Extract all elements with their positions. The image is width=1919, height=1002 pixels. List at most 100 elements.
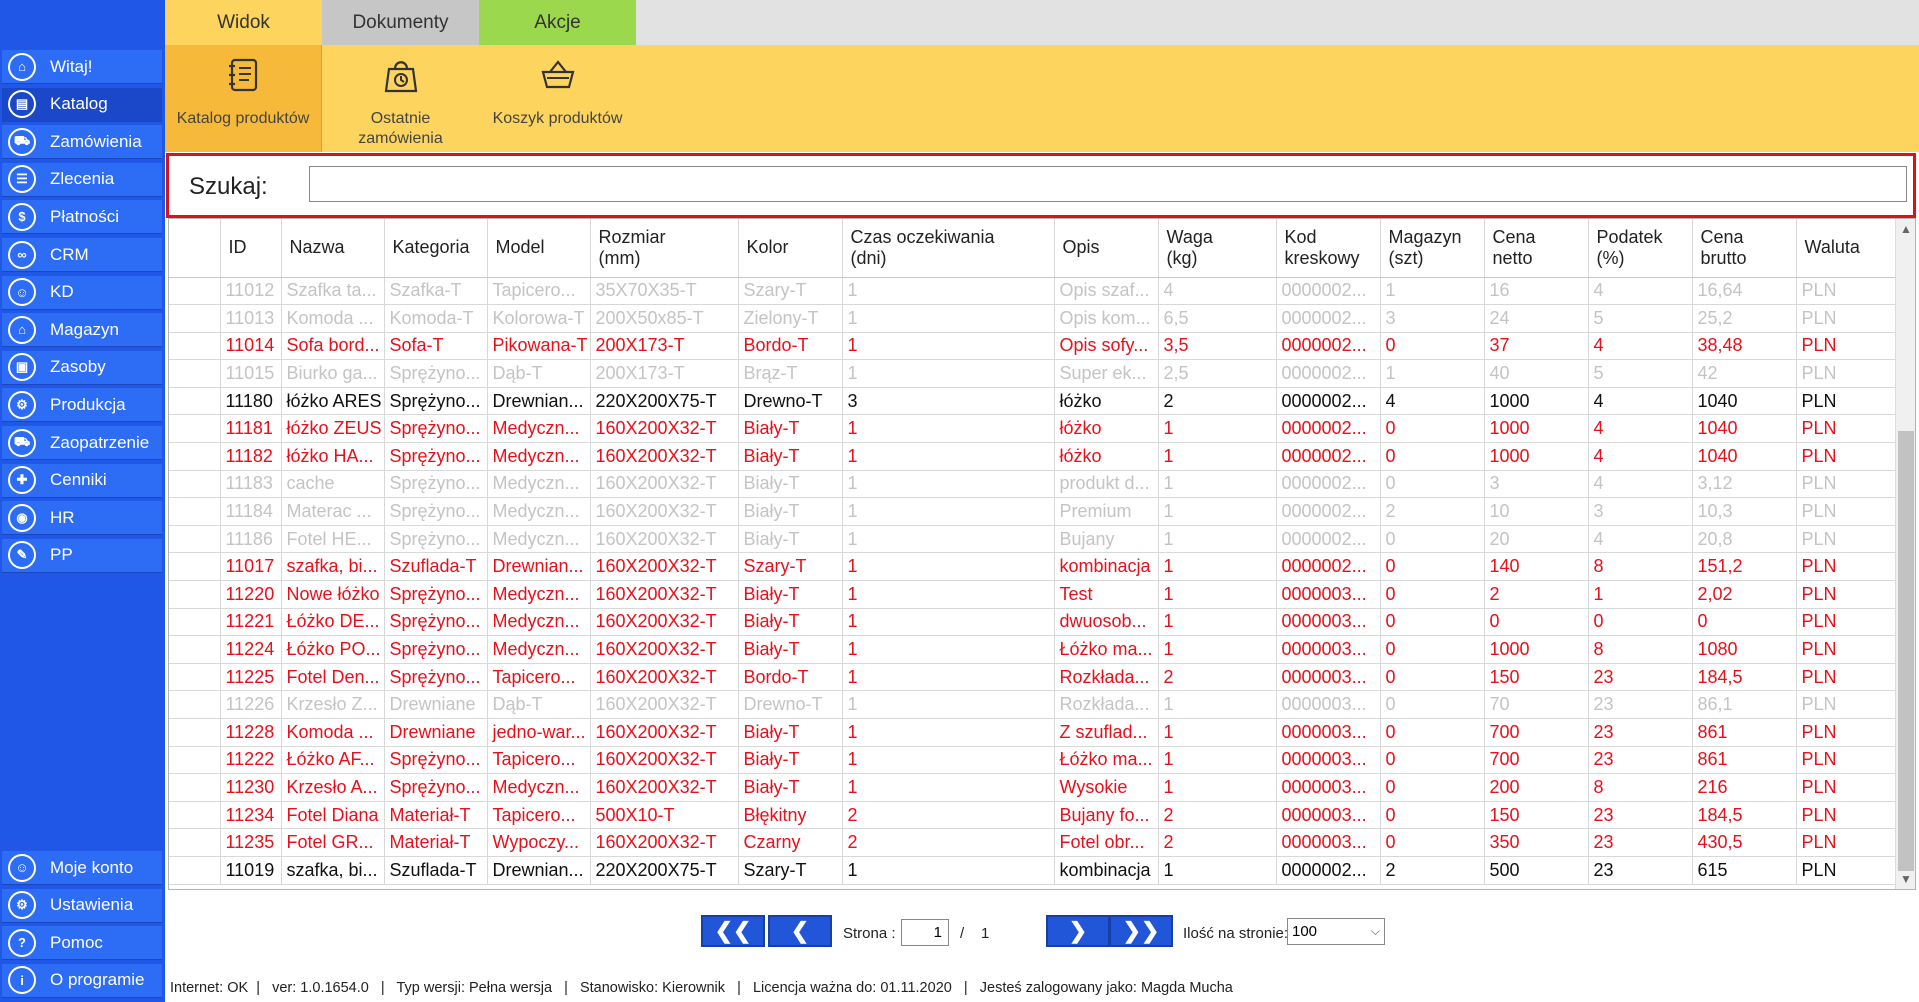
scrollbar-thumb[interactable] (1898, 431, 1914, 871)
sidebar-item-label: Zaopatrzenie (50, 432, 150, 452)
table-row[interactable]: 11186 Fotel HE... Sprężyno... Medyczn... 160… (169, 525, 1896, 554)
column-header[interactable]: ID (220, 219, 282, 278)
row-selector[interactable] (169, 856, 221, 885)
page-number-input[interactable]: 1 (901, 919, 949, 946)
row-selector[interactable] (169, 525, 221, 554)
sidebar-item-zaopatrzenie[interactable]: ⛟ Zaopatrzenie (2, 426, 162, 460)
sidebar-item-pp[interactable]: ✎ PP (2, 538, 162, 573)
product-basket-button[interactable]: Koszyk produktów (479, 45, 636, 152)
sidebar-item-kd[interactable]: ☺ KD (2, 275, 162, 310)
row-selector[interactable] (169, 552, 221, 582)
table-row[interactable]: 11225 Fotel Den... Sprężyno... Tapicero... 1… (169, 663, 1896, 692)
table-cell: 1 (842, 525, 1055, 554)
column-header[interactable]: Opis (1054, 219, 1159, 278)
row-selector[interactable] (169, 277, 221, 306)
sidebar-item-pomoc[interactable]: ? Pomoc (2, 926, 162, 961)
tab-dokumenty[interactable]: Dokumenty (322, 0, 479, 45)
row-selector[interactable] (169, 359, 221, 388)
table-cell: 20,8 (1692, 525, 1797, 554)
sidebar-item-witaj-[interactable]: ⌂ Witaj! (2, 50, 162, 84)
row-selector[interactable] (169, 497, 221, 526)
row-selector[interactable] (169, 470, 221, 499)
table-row[interactable]: 11181 łóżko ZEUS Sprężyno... Medyczn... 160X… (169, 414, 1896, 444)
row-selector[interactable] (169, 690, 221, 719)
table-row[interactable]: 11226 Krzesło Z... Drewniane Dąb-T 160X200X3… (169, 690, 1896, 719)
table-row[interactable]: 11234 Fotel Diana Materiał-T Tapicero... 500… (169, 801, 1896, 830)
row-selector[interactable] (169, 773, 221, 802)
column-header[interactable]: Waluta (1796, 219, 1896, 278)
column-header[interactable]: Nazwa (281, 219, 385, 278)
sidebar-item-p-atno-ci[interactable]: $ Płatności (2, 200, 162, 235)
table-row[interactable]: 11230 Krzesło A... Sprężyno... Medyczn... 16… (169, 773, 1896, 802)
previous-page-button[interactable]: ❮ (768, 915, 832, 947)
sidebar-item-zasoby[interactable]: ▣ Zasoby (2, 350, 162, 385)
table-row[interactable]: 11180 łóżko ARES Sprężyno... Drewnian... 220… (169, 387, 1896, 416)
tab-widok[interactable]: Widok (165, 0, 322, 45)
vertical-scrollbar[interactable]: ▲ ▼ (1895, 219, 1915, 889)
items-per-page-select[interactable]: 100 ⌵ (1287, 918, 1385, 945)
column-header[interactable]: Podatek (%) (1588, 219, 1693, 278)
row-selector[interactable] (169, 718, 221, 747)
sidebar-item-magazyn[interactable]: ⌂ Magazyn (2, 313, 162, 348)
row-selector[interactable] (169, 414, 221, 444)
row-selector[interactable] (169, 635, 221, 664)
table-row[interactable]: 11182 łóżko HA... Sprężyno... Medyczn... 160… (169, 442, 1896, 471)
sidebar-item-zam-wienia[interactable]: ⛟ Zamówienia (2, 125, 162, 160)
sidebar-item-crm[interactable]: ∞ CRM (2, 238, 162, 272)
ribbon-toolbar: Katalog produktów Ostatnie zamówienia Ko… (165, 45, 1919, 152)
next-page-button[interactable]: ❯ (1046, 915, 1110, 947)
table-row[interactable]: 11183 cache Sprężyno... Medyczn... 160X200X3… (169, 470, 1896, 499)
table-row[interactable]: 11222 Łóżko AF... Sprężyno... Tapicero... 16… (169, 746, 1896, 775)
column-header[interactable]: Cena netto (1484, 219, 1589, 278)
row-selector[interactable] (169, 442, 221, 471)
row-selector[interactable] (169, 828, 221, 857)
sidebar-item-ustawienia[interactable]: ⚙ Ustawienia (2, 888, 162, 923)
sidebar-item-o-programie[interactable]: i O programie (2, 963, 162, 998)
row-selector[interactable] (169, 663, 221, 692)
row-selector[interactable] (169, 580, 221, 609)
table-row[interactable]: 11012 Szafka ta... Szafka-T Tapicero... 35X7… (169, 277, 1896, 306)
sidebar-item-katalog[interactable]: ▤ Katalog (2, 87, 162, 122)
table-row[interactable]: 11019 szafka, bi... Szuflada-T Drewnian... 2… (169, 856, 1896, 885)
table-row[interactable]: 11017 szafka, bi... Szuflada-T Drewnian... 1… (169, 552, 1896, 582)
column-header[interactable]: Model (487, 219, 591, 278)
catalog-products-button[interactable]: Katalog produktów (165, 45, 322, 152)
column-header[interactable]: Cena brutto (1692, 219, 1797, 278)
scroll-up-icon[interactable]: ▲ (1896, 219, 1915, 239)
row-selector[interactable] (169, 746, 221, 775)
sidebar-item-hr[interactable]: ◉ HR (2, 501, 162, 536)
row-selector[interactable] (169, 387, 221, 416)
settings-icon: ⚙ (8, 891, 36, 920)
table-row[interactable]: 11224 Łóżko PO... Sprężyno... Medyczn... 160… (169, 635, 1896, 664)
table-row[interactable]: 11220 Nowe łóżko Sprężyno... Medyczn... 160X… (169, 580, 1896, 609)
column-header[interactable]: Kod kreskowy (1276, 219, 1381, 278)
row-selector[interactable] (169, 332, 221, 361)
column-header[interactable]: Kategoria (384, 219, 488, 278)
column-header[interactable]: Czas oczekiwania (dni) (842, 219, 1055, 278)
row-selector[interactable] (169, 801, 221, 830)
scroll-down-icon[interactable]: ▼ (1896, 869, 1915, 889)
search-input[interactable] (309, 166, 1907, 202)
sidebar-item-moje-konto[interactable]: ☺ Moje konto (2, 851, 162, 885)
first-page-button[interactable]: ❮❮ (701, 915, 765, 947)
row-selector[interactable] (169, 304, 221, 333)
table-row[interactable]: 11014 Sofa bord... Sofa-T Pikowana-T 200X173… (169, 332, 1896, 361)
row-selector[interactable] (169, 608, 221, 637)
sidebar-item-cenniki[interactable]: ✚ Cenniki (2, 463, 162, 498)
column-header[interactable]: Magazyn (szt) (1380, 219, 1485, 278)
sidebar-item-zlecenia[interactable]: ☰ Zlecenia (2, 162, 162, 197)
column-header[interactable]: Waga (kg) (1158, 219, 1277, 278)
table-row[interactable]: 11235 Fotel GR... Materiał-T Wypoczy... 160X… (169, 828, 1896, 857)
table-row[interactable]: 11013 Komoda ... Komoda-T Kolorowa-T 200X50x… (169, 304, 1896, 333)
table-row[interactable]: 11221 Łóżko DE... Sprężyno... Medyczn... 160… (169, 608, 1896, 637)
column-header[interactable]: Kolor (738, 219, 843, 278)
column-header[interactable]: Rozmiar (mm) (590, 219, 739, 278)
table-cell: 0 (1692, 608, 1797, 637)
table-row[interactable]: 11015 Biurko ga... Sprężyno... Dąb-T 200X173… (169, 359, 1896, 388)
table-row[interactable]: 11184 Materac ... Sprężyno... Medyczn... 160… (169, 497, 1896, 526)
table-row[interactable]: 11228 Komoda ... Drewniane jedno-war... 160X… (169, 718, 1896, 747)
recent-orders-button[interactable]: Ostatnie zamówienia (322, 45, 479, 152)
tab-akcje[interactable]: Akcje (479, 0, 636, 45)
sidebar-item-produkcja[interactable]: ⚙ Produkcja (2, 388, 162, 423)
last-page-button[interactable]: ❯❯ (1109, 915, 1173, 947)
